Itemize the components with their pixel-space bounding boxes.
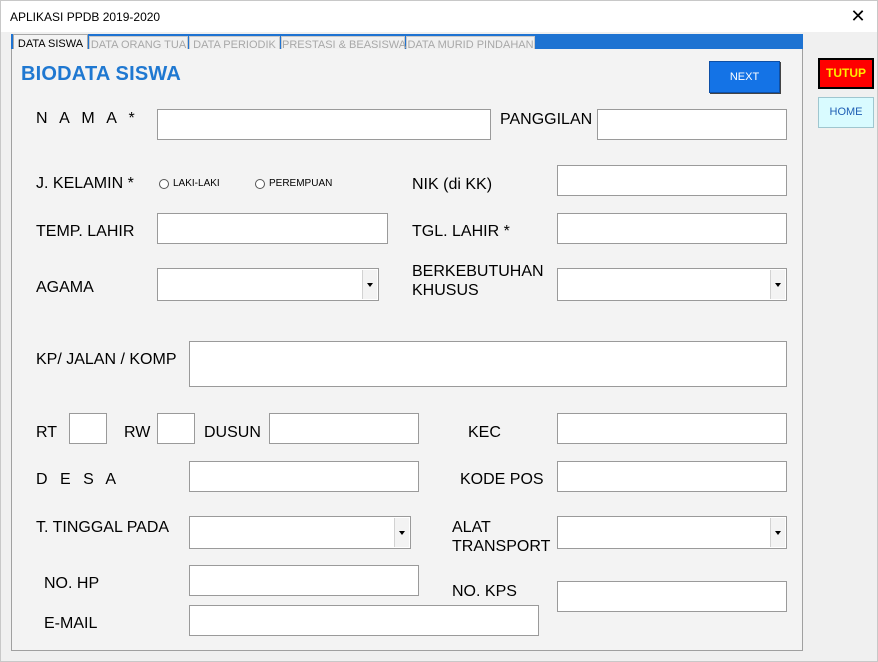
label-alat: ALAT xyxy=(452,519,491,536)
email-input[interactable] xyxy=(189,605,539,636)
radio-laki-laki[interactable]: LAKI-LAKI xyxy=(159,178,220,189)
title-bar: APLIKASI PPDB 2019-2020 ✕ xyxy=(1,1,877,32)
label-rw: RW xyxy=(124,424,151,441)
form-panel: BIODATA SISWA NEXT N A M A * PANGGILAN J… xyxy=(11,49,803,651)
label-tempat-lahir: TEMP. LAHIR xyxy=(36,223,135,240)
label-berkebutuhan: BERKEBUTUHAN xyxy=(412,263,544,280)
window-title: APLIKASI PPDB 2019-2020 xyxy=(10,10,161,24)
radio-label-laki-laki: LAKI-LAKI xyxy=(173,178,220,189)
label-desa: D E S A xyxy=(36,471,121,488)
dusun-input[interactable] xyxy=(269,413,419,444)
radio-circle-icon xyxy=(159,178,169,189)
label-hp: NO. HP xyxy=(44,575,100,592)
label-kode-pos: KODE POS xyxy=(460,471,544,488)
tutup-button[interactable]: TUTUP xyxy=(818,58,874,89)
label-kelamin: J. KELAMIN * xyxy=(36,175,134,192)
home-button[interactable]: HOME xyxy=(818,97,874,128)
berkebutuhan-select[interactable] xyxy=(557,268,787,301)
label-kps: NO. KPS xyxy=(452,583,517,600)
app-window: APLIKASI PPDB 2019-2020 ✕ DATA SISWA DAT… xyxy=(0,0,878,662)
hp-input[interactable] xyxy=(189,565,419,596)
nik-input[interactable] xyxy=(557,165,787,196)
label-email: E-MAIL xyxy=(44,615,98,632)
panggilan-input[interactable] xyxy=(597,109,787,140)
label-tinggal: T. TINGGAL PADA xyxy=(36,519,170,536)
label-rt: RT xyxy=(36,424,58,441)
label-nik: NIK (di KK) xyxy=(412,176,493,193)
transport-select[interactable] xyxy=(557,516,787,549)
desa-input[interactable] xyxy=(189,461,419,492)
radio-circle-icon xyxy=(255,178,265,189)
kps-input[interactable] xyxy=(557,581,787,612)
label-tgl-lahir: TGL. LAHIR * xyxy=(412,223,510,240)
radio-perempuan[interactable]: PEREMPUAN xyxy=(255,178,332,189)
chevron-down-icon[interactable] xyxy=(770,518,785,547)
label-kec: KEC xyxy=(468,424,501,441)
close-icon[interactable]: ✕ xyxy=(847,5,869,27)
kode-pos-input[interactable] xyxy=(557,461,787,492)
chevron-down-icon[interactable] xyxy=(394,518,409,547)
page-title: BIODATA SISWA xyxy=(21,63,182,85)
label-agama: AGAMA xyxy=(36,279,94,296)
radio-label-perempuan: PEREMPUAN xyxy=(269,178,333,189)
tgl-lahir-input[interactable] xyxy=(557,213,787,244)
label-dusun: DUSUN xyxy=(204,424,261,441)
chevron-down-icon[interactable] xyxy=(770,270,785,299)
nama-input[interactable] xyxy=(157,109,491,140)
next-button[interactable]: NEXT xyxy=(709,61,780,93)
label-nama: N A M A * xyxy=(36,110,139,127)
client-area: DATA SISWA DATA ORANG TUA DATA PERIODIK … xyxy=(1,32,877,661)
jalan-input[interactable] xyxy=(189,341,787,387)
agama-select[interactable] xyxy=(157,268,379,301)
rw-input[interactable] xyxy=(157,413,195,444)
label-jalan: KP/ JALAN / KOMP xyxy=(36,351,177,368)
tempat-lahir-input[interactable] xyxy=(157,213,388,244)
rt-input[interactable] xyxy=(69,413,107,444)
label-panggilan: PANGGILAN xyxy=(500,111,593,128)
chevron-down-icon[interactable] xyxy=(362,270,377,299)
kec-input[interactable] xyxy=(557,413,787,444)
label-transport: TRANSPORT xyxy=(452,538,551,555)
tinggal-select[interactable] xyxy=(189,516,411,549)
label-khusus: KHUSUS xyxy=(412,282,479,299)
